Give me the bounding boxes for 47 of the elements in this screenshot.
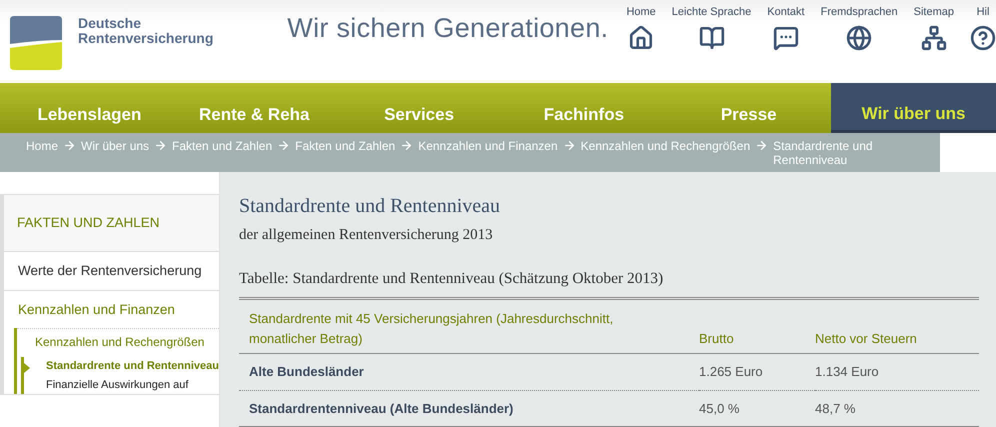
table-cell: 1.134 Euro [815, 364, 879, 379]
table-cell: 45,0 % [699, 400, 740, 416]
page-title: Standardrente und Rentenniveau [239, 194, 502, 218]
arrow-icon [562, 139, 576, 152]
service-link[interactable]: Hil [976, 4, 990, 20]
home-icon [628, 24, 654, 50]
sidebar-item[interactable]: Werte der Rentenversicherung [18, 263, 219, 279]
nav-tab[interactable]: Services [336, 83, 502, 134]
nav-tab[interactable]: Wir über uns [831, 83, 996, 134]
help-icon [970, 24, 996, 50]
book-icon [698, 24, 725, 50]
sitemap-icon [920, 24, 947, 50]
arrow-icon [154, 139, 168, 152]
service-link[interactable]: Kontakt [767, 4, 805, 20]
table-cell: 48,7 % [815, 400, 856, 416]
slogan: Wir sichern Generationen. [287, 12, 608, 45]
pointer-icon [24, 363, 30, 374]
column-header: Netto vor Steuern [815, 330, 917, 346]
sidebar-heading: FAKTEN UND ZAHLEN [17, 215, 160, 230]
service-link[interactable]: Fremdsprachen [820, 4, 898, 20]
table-caption: Tabelle: Standardrente und Rentenniveau (Schätzung Oktober 2013) [239, 268, 664, 289]
page-subtitle: der allgemeinen Rentenversicherung 2013 [239, 226, 494, 246]
service-link[interactable]: Leichte Sprache [672, 4, 752, 20]
chat-icon [772, 24, 799, 50]
column-header: Standardrente mit 45 Versicherungsjahren (Jahresdurchschnitt, monatlicher Betrag) [249, 311, 614, 346]
table-cell: 1.265 Euro [699, 364, 763, 379]
service-link[interactable]: Home [626, 4, 656, 20]
brand-name: Rentenversicherung [78, 31, 214, 46]
arrow-icon [755, 139, 768, 152]
nav-tab[interactable]: Presse [666, 83, 832, 134]
sidebar-item[interactable]: Standardrente und Rentenniveau [46, 360, 219, 373]
table-cell: Standardrentenniveau (Alte Bundesländer) [249, 400, 514, 416]
arrow-icon [63, 139, 76, 152]
arrow-icon [400, 139, 414, 152]
nav-tab[interactable]: Fachinfos [501, 83, 666, 134]
column-header: Brutto [699, 330, 734, 346]
sidebar-item[interactable]: Kennzahlen und Finanzen [18, 302, 219, 318]
sidebar-item[interactable]: Kennzahlen und Rechengrößen [35, 336, 219, 350]
globe-icon [846, 24, 872, 50]
sidebar-item[interactable]: Finanzielle Auswirkungen auf [46, 378, 219, 392]
brand-name: Deutsche [78, 16, 142, 31]
arrow-icon [277, 139, 290, 152]
service-link[interactable]: Sitemap [914, 4, 954, 20]
table-cell: Alte Bundesländer [249, 364, 364, 379]
nav-tab[interactable]: Rente & Reha [172, 83, 337, 134]
nav-tab[interactable]: Lebenslagen [7, 83, 172, 134]
logo-icon [10, 16, 62, 70]
